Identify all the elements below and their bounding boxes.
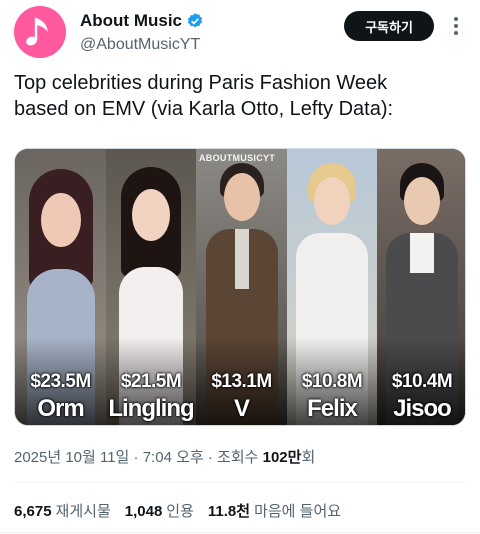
engagement-stats: 6,675 재게시물 1,048 인용 11.8천 마음에 들어요 <box>14 500 341 521</box>
name-row: About Music <box>80 11 204 31</box>
subscribe-button[interactable]: 구독하기 <box>344 11 434 41</box>
tweet-header: About Music @AboutMusicYT 구독하기 <box>14 6 466 58</box>
separator: · <box>133 449 139 466</box>
tweet-meta: 2025년 10월 11일 · 7:04 오후 · 조회수 102만회 <box>14 446 315 467</box>
tweet-text: Top celebrities during Paris Fashion Wee… <box>14 72 394 120</box>
celebrity-name: Felix <box>307 395 358 422</box>
watermark: ABOUTMUSICYT <box>199 153 276 163</box>
celebrity-name: Jisoo <box>393 395 452 422</box>
celebrity-value: $13.1M <box>211 371 272 392</box>
tweet-date[interactable]: 2025년 10월 11일 <box>14 449 129 466</box>
quotes-label: 인용 <box>166 503 194 520</box>
celebrity-panel-lingling: $21.5M Lingling <box>106 149 196 425</box>
reposts-label: 재게시물 <box>55 503 111 520</box>
celebrity-panel-orm: $23.5M Orm <box>15 149 106 425</box>
divider <box>14 482 466 483</box>
tweet-image[interactable]: $23.5M Orm $21.5M Lingling ABOUTMUSICYT … <box>14 148 466 426</box>
reposts-stat[interactable]: 6,675 재게시물 <box>14 500 111 521</box>
likes-count: 11.8천 <box>207 503 251 520</box>
reposts-count: 6,675 <box>14 503 52 520</box>
likes-stat[interactable]: 11.8천 마음에 들어요 <box>208 500 341 521</box>
celebrity-value: $10.8M <box>301 371 363 392</box>
quotes-stat[interactable]: 1,048 인용 <box>125 500 194 521</box>
verified-badge-icon <box>186 12 204 30</box>
views-label: 조회수 <box>217 449 259 466</box>
quotes-count: 1,048 <box>124 503 163 520</box>
celebrity-value: $10.4M <box>391 371 453 392</box>
celebrity-name: Orm <box>37 395 84 422</box>
more-options-icon[interactable] <box>446 14 466 38</box>
divider <box>0 532 480 533</box>
separator: · <box>207 449 213 466</box>
celebrity-value: $23.5M <box>30 371 91 392</box>
celebrity-panel-v: ABOUTMUSICYT $13.1M V <box>196 149 287 425</box>
likes-label: 마음에 들어요 <box>254 503 342 520</box>
celebrity-value: $21.5M <box>120 371 182 392</box>
tweet-time[interactable]: 7:04 오후 <box>143 449 204 466</box>
celebrity-panel-jisoo: $10.4M Jisoo <box>377 149 465 425</box>
celebrity-name: V <box>233 395 250 422</box>
music-note-icon <box>14 6 66 58</box>
views-value: 102만 <box>262 449 302 466</box>
display-name[interactable]: About Music <box>80 11 182 31</box>
handle[interactable]: @AboutMusicYT <box>80 36 200 54</box>
views-suffix: 회 <box>301 449 316 466</box>
avatar[interactable] <box>14 6 66 58</box>
celebrity-panel-felix: $10.8M Felix <box>287 149 377 425</box>
celebrity-name: Lingling <box>108 395 194 422</box>
